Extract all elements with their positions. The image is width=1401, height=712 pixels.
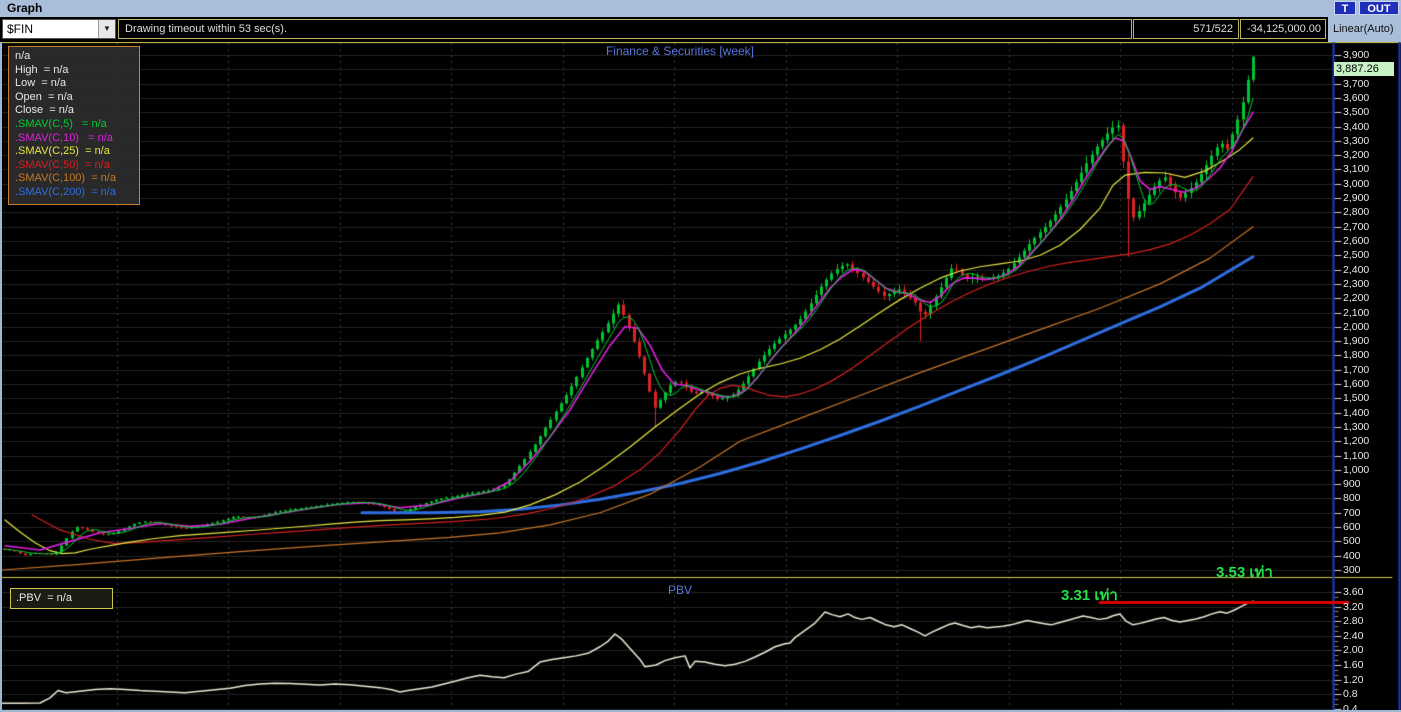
legend-row: .SMAV(C,25) = n/a: [15, 145, 110, 158]
indicator-legend: n/a High = n/a Low = n/a Open = n/a Close = …: [8, 46, 140, 205]
y-axis-tick-label: 3,000: [1343, 177, 1370, 190]
title-bar: Graph T OUT: [0, 0, 1401, 17]
window-edge-left: [0, 42, 2, 712]
graph-window: Graph T OUT ▼ Drawing timeout within 53 …: [0, 0, 1401, 712]
pbv-title: PBV: [667, 583, 692, 597]
y-axis-tick-label: 1,100: [1343, 449, 1370, 462]
y-axis-tick-label: 2,500: [1343, 249, 1370, 262]
legend-row: .SMAV(C,200) = n/a: [15, 185, 116, 198]
y-axis-tick-label: 2.80: [1343, 615, 1364, 628]
pbv-high-annotation: 3.53 เท่า: [1216, 564, 1273, 581]
y-axis-tick-label: 2,100: [1343, 306, 1370, 319]
y-axis-tick-label: 1,700: [1343, 363, 1370, 376]
y-axis-tick-label: 1,300: [1343, 420, 1370, 433]
y-axis-tick-label: 1,600: [1343, 378, 1370, 391]
last-price-badge: 3,887.26: [1334, 62, 1394, 76]
out-button[interactable]: OUT: [1359, 1, 1399, 15]
legend-row: Open = n/a: [15, 90, 73, 103]
y-axis-tick-label: 2,900: [1343, 192, 1370, 205]
y-axis-tick-label: 3,700: [1343, 77, 1370, 90]
y-axis-tick-label: 3.20: [1343, 600, 1364, 613]
y-axis-tick-label: 900: [1343, 478, 1361, 491]
y-axis-tick-label: 2,000: [1343, 320, 1370, 333]
scale-mode-toggle[interactable]: Linear(Auto): [1328, 17, 1401, 42]
t-button[interactable]: T: [1334, 1, 1356, 15]
y-axis-tick-label: 1,900: [1343, 335, 1370, 348]
legend-row: .SMAV(C,5) = n/a: [15, 117, 107, 130]
y-axis-tick-label: 1,400: [1343, 406, 1370, 419]
y-axis-tick-label: 800: [1343, 492, 1361, 505]
y-axis-tick-label: 2,300: [1343, 277, 1370, 290]
legend-row: .SMAV(C,50) = n/a: [15, 158, 110, 171]
y-axis-tick-label: 2.00: [1343, 644, 1364, 657]
y-axis-tick-label: 600: [1343, 521, 1361, 534]
y-axis-tick-label: 700: [1343, 506, 1361, 519]
y-axis-tick-label: 3,200: [1343, 149, 1370, 162]
legend-row: .SMAV(C,100) = n/a: [15, 172, 116, 185]
y-axis-tick-label: 2,200: [1343, 292, 1370, 305]
chart-title: Finance & Securities [week]: [605, 44, 755, 58]
y-axis-tick-label: 2,800: [1343, 206, 1370, 219]
y-axis-tick-label: 1,200: [1343, 435, 1370, 448]
y-axis-tick-label: 500: [1343, 535, 1361, 548]
y-axis-tick-label: 2,400: [1343, 263, 1370, 276]
y-axis-tick-label: 2.40: [1343, 629, 1364, 642]
chevron-down-icon[interactable]: ▼: [98, 20, 115, 38]
y-axis-tick-label: 1,800: [1343, 349, 1370, 362]
y-axis-tick-label: 3,100: [1343, 163, 1370, 176]
y-axis-tick-label: 3,600: [1343, 91, 1370, 104]
symbol-combobox[interactable]: ▼: [2, 19, 116, 39]
y-axis-tick-label: 3,400: [1343, 120, 1370, 133]
y-axis-tick-label: 2,600: [1343, 234, 1370, 247]
legend-row: n/a: [15, 50, 31, 62]
pbv-indicator-label: .PBV = n/a: [10, 588, 113, 609]
window-title: Graph: [7, 1, 43, 15]
y-axis-tick-label: 1.60: [1343, 659, 1364, 671]
bar-count: 571/522: [1133, 19, 1239, 39]
toolbar: ▼ Drawing timeout within 53 sec(s). 571/…: [0, 17, 1401, 42]
net-value: -34,125,000.00: [1240, 19, 1326, 39]
y-axis-tick-label: 300: [1343, 564, 1361, 577]
pbv-current-annotation: 3.31 เท่า: [1061, 587, 1118, 604]
y-axis-tick-label: 2,700: [1343, 220, 1370, 233]
symbol-input[interactable]: [3, 20, 103, 38]
y-axis-tick-label: 1,500: [1343, 392, 1370, 405]
y-axis-tick-label: 1.20: [1343, 673, 1364, 686]
y-axis-tick-label: 3,300: [1343, 134, 1370, 147]
price-chart-canvas[interactable]: [0, 42, 1401, 712]
y-axis-tick-label: 0.8: [1343, 688, 1358, 701]
y-axis-tick-label: 3,900: [1343, 49, 1370, 61]
legend-row: Close = n/a: [15, 104, 75, 117]
legend-row: High = n/a: [15, 63, 69, 76]
y-axis-tick-label: 3,500: [1343, 106, 1370, 119]
y-axis-tick-label: 3.60: [1343, 586, 1364, 598]
chart-region: Finance & Securities [week] n/a High = n/…: [0, 42, 1401, 712]
legend-row: .SMAV(C,10) = n/a: [15, 131, 113, 144]
y-axis-tick-label: 1,000: [1343, 463, 1370, 476]
legend-row: Low = n/a: [15, 77, 67, 90]
status-message: Drawing timeout within 53 sec(s).: [118, 19, 1132, 39]
y-axis-tick-label: 400: [1343, 549, 1361, 562]
